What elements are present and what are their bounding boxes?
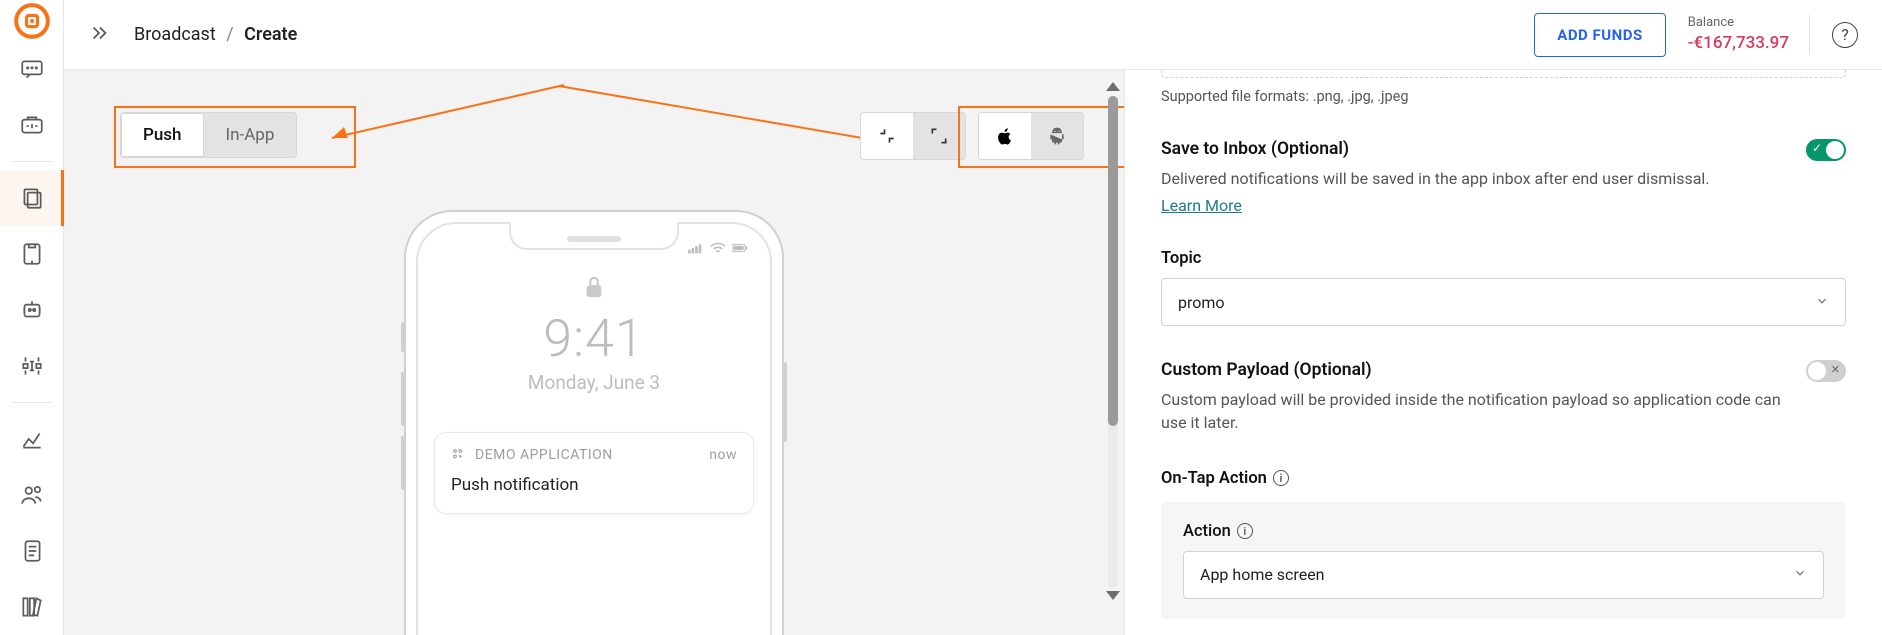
app-grid-icon <box>451 447 467 463</box>
breadcrumb-current: Create <box>244 24 297 45</box>
preview-scrollbar[interactable] <box>1104 82 1122 602</box>
notif-app-name: DEMO APPLICATION <box>475 447 613 463</box>
nav-users-icon[interactable] <box>0 467 64 523</box>
image-upload-dropzone[interactable] <box>1161 70 1846 78</box>
nav-analytics-icon[interactable] <box>0 411 64 467</box>
notif-relative-time: now <box>709 447 737 463</box>
breadcrumb-root[interactable]: Broadcast <box>134 24 216 45</box>
custom-payload-toggle[interactable] <box>1806 360 1846 382</box>
add-funds-button[interactable]: ADD FUNDS <box>1534 13 1666 57</box>
breadcrumb: Broadcast / Create <box>134 24 297 45</box>
nav-integrations-icon[interactable] <box>0 338 64 394</box>
topic-label: Topic <box>1161 249 1846 268</box>
chevron-down-icon <box>1815 293 1829 312</box>
custom-payload-desc: Custom payload will be provided inside t… <box>1161 388 1801 434</box>
expand-sidebar-icon[interactable] <box>88 22 110 48</box>
platform-ios-button[interactable] <box>979 113 1031 159</box>
custom-payload-title: Custom Payload (Optional) <box>1161 360 1801 380</box>
app-logo <box>0 0 64 41</box>
phone-preview: 9:41 Monday, June 3 DEMO APPLICATION now… <box>404 210 784 635</box>
preview-view-controls <box>860 112 1084 160</box>
file-formats-hint: Supported file formats: .png, .jpg, .jpe… <box>1161 88 1846 105</box>
save-inbox-title: Save to Inbox (Optional) <box>1161 139 1710 159</box>
notification-type-toggle: Push In-App <box>120 112 297 158</box>
topic-value: promo <box>1178 293 1225 312</box>
nav-templates-icon[interactable] <box>0 226 64 282</box>
notification-card: DEMO APPLICATION now Push notification <box>434 432 754 514</box>
topic-select[interactable]: promo <box>1161 278 1846 326</box>
nav-code-icon[interactable] <box>0 97 64 153</box>
nav-library-icon[interactable] <box>0 579 64 635</box>
on-tap-title: On-Tap Action i <box>1161 469 1846 488</box>
save-inbox-toggle[interactable] <box>1806 139 1846 161</box>
sidebar <box>0 0 64 635</box>
collapse-preview-button[interactable] <box>861 113 913 159</box>
config-pane: Supported file formats: .png, .jpg, .jpe… <box>1124 70 1882 635</box>
info-icon[interactable]: i <box>1273 470 1289 486</box>
save-inbox-desc: Delivered notifications will be saved in… <box>1161 167 1710 190</box>
preview-pane: Push In-App <box>64 70 1124 635</box>
nav-docs-icon[interactable] <box>0 523 64 579</box>
expand-preview-button[interactable] <box>913 113 965 159</box>
balance-value: -€167,733.97 <box>1688 32 1789 54</box>
nav-broadcast-icon[interactable] <box>0 170 64 226</box>
learn-more-link[interactable]: Learn More <box>1161 196 1242 215</box>
notif-body-text: Push notification <box>451 475 737 495</box>
nav-messages-icon[interactable] <box>0 41 64 97</box>
chevron-down-icon <box>1793 565 1807 584</box>
on-tap-action-box: Action i App home screen <box>1161 502 1846 619</box>
nav-bot-icon[interactable] <box>0 282 64 338</box>
info-icon[interactable]: i <box>1237 523 1253 539</box>
phone-time: 9:41 <box>406 308 782 369</box>
balance-label: Balance <box>1688 15 1789 32</box>
action-select[interactable]: App home screen <box>1183 551 1824 599</box>
annotation-arrow-left <box>314 80 574 150</box>
action-label: Action <box>1183 522 1231 541</box>
action-value: App home screen <box>1200 565 1325 584</box>
lock-icon <box>406 274 782 304</box>
phone-date: Monday, June 3 <box>406 371 782 394</box>
balance-display: Balance -€167,733.97 <box>1688 15 1810 54</box>
tab-push[interactable]: Push <box>121 113 204 157</box>
platform-android-button[interactable] <box>1031 113 1083 159</box>
tab-in-app[interactable]: In-App <box>204 113 297 157</box>
help-icon[interactable]: ? <box>1832 22 1858 48</box>
phone-status-icons <box>688 242 748 254</box>
topbar: Broadcast / Create ADD FUNDS Balance -€1… <box>64 0 1882 70</box>
